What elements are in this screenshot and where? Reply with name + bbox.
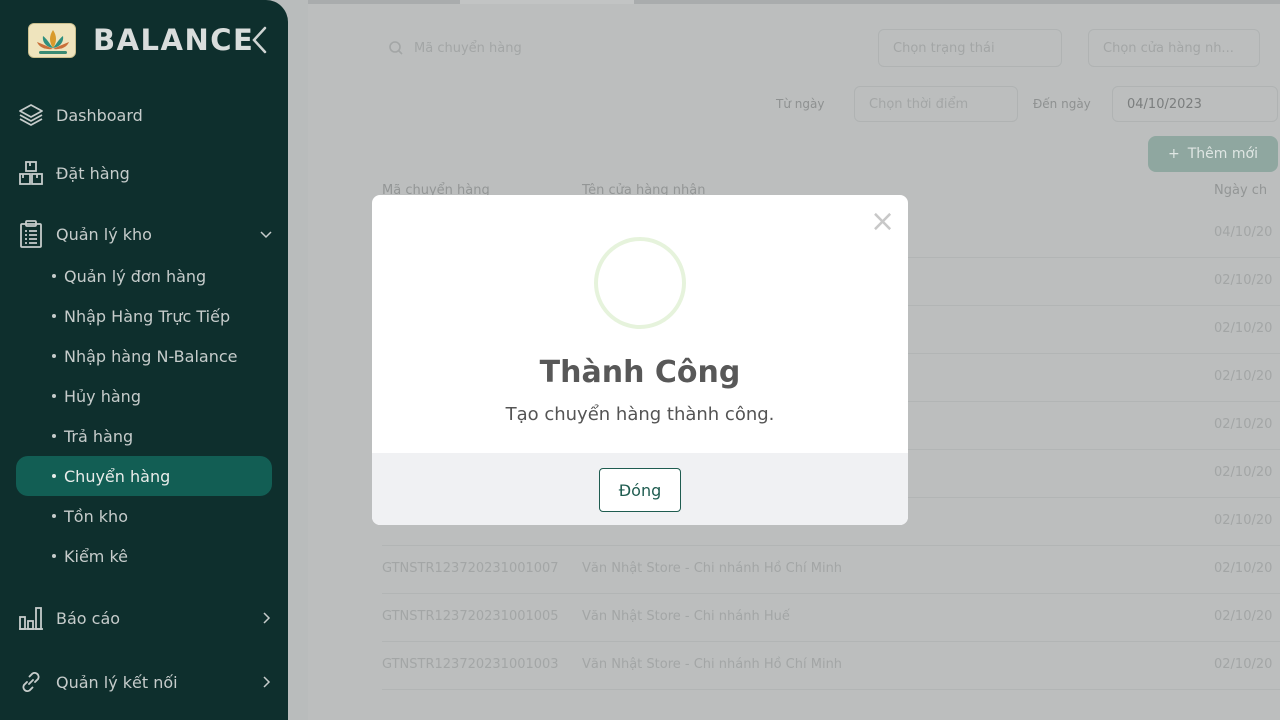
close-icon[interactable]: × [870,207,895,237]
nav-dashboard-label: Dashboard [56,105,143,125]
sidebar-item-return-goods[interactable]: Trả hàng [16,416,272,456]
sidebar: BALANCE Dashboard Đặt hàng Quản lý kho Q… [0,0,288,720]
sidebar-item-transfer[interactable]: Chuyển hàng [16,456,272,496]
nav-connection-label: Quản lý kết nối [56,672,178,692]
row-date: 02/10/20 [1214,273,1273,288]
sidebar-item-label: Hủy hàng [64,386,141,406]
sidebar-item-stock-check[interactable]: Kiểm kê [16,536,272,576]
row-date: 02/10/20 [1214,369,1273,384]
from-date-label: Từ ngày [776,97,825,111]
to-date-input[interactable]: 04/10/2023 [1112,86,1278,122]
brand: BALANCE [28,22,254,58]
table-row[interactable]: GTNSTR123720231001003 Văn Nhật Store - Ch… [382,642,1280,690]
success-icon [594,237,686,329]
sidebar-item-cancel-goods[interactable]: Hủy hàng [16,376,272,416]
store-placeholder: Chọn cửa hàng nh... [1103,40,1234,56]
tab-indicator [460,0,634,4]
row-store: Văn Nhật Store - Chi nhánh Hồ Chí Minh [582,657,843,672]
dialog-message: Tạo chuyển hàng thành công. [505,404,775,425]
status-placeholder: Chọn trạng thái [893,40,995,56]
row-store: Văn Nhật Store - Chi nhánh Huế [582,609,790,624]
row-date: 02/10/20 [1214,321,1273,336]
sidebar-item-inventory[interactable]: Tồn kho [16,496,272,536]
layers-icon [16,100,46,130]
row-date: 02/10/20 [1214,657,1273,672]
row-date: 02/10/20 [1214,465,1273,480]
table-row[interactable]: GTNSTR123720231001007 Văn Nhật Store - Ch… [382,546,1280,594]
store-select[interactable]: Chọn cửa hàng nh... [1088,29,1260,67]
bullet [52,314,56,318]
sidebar-item-label: Tồn kho [64,506,128,526]
add-new-label: Thêm mới [1187,146,1258,162]
dialog-footer: Đóng [372,453,908,525]
to-date-label: Đến ngày [1033,97,1091,111]
row-code: GTNSTR123720231001007 [382,561,559,576]
bullet [52,474,56,478]
search-input[interactable]: Mã chuyển hàng [374,29,874,67]
success-dialog: × Thành Công Tạo chuyển hàng thành công.… [372,195,908,525]
sidebar-item-label: Nhập hàng N-Balance [64,346,238,366]
status-select[interactable]: Chọn trạng thái [878,29,1062,67]
bullet [52,354,56,358]
bullet [52,394,56,398]
bullet [52,434,56,438]
row-store: Văn Nhật Store - Chi nhánh Hồ Chí Minh [582,561,843,576]
chevron-right-icon [258,674,274,690]
nav-report[interactable]: Báo cáo [16,598,274,638]
from-date-input[interactable]: Chọn thời điểm [854,86,1018,122]
sidebar-item-label: Trả hàng [64,426,134,446]
nav-order-label: Đặt hàng [56,163,130,183]
boxes-icon [16,158,46,188]
sidebar-item-label: Kiểm kê [64,546,128,566]
search-icon [389,41,403,55]
dialog-title: Thành Công [539,355,741,390]
add-new-button[interactable]: + Thêm mới [1148,136,1278,172]
row-date: 04/10/20 [1214,225,1273,240]
table-row[interactable]: GTNSTR123720231001005 Văn Nhật Store - Ch… [382,594,1280,642]
bullet [52,554,56,558]
nav-connection[interactable]: Quản lý kết nối [16,662,274,702]
close-dialog-button[interactable]: Đóng [599,468,681,512]
chevron-right-icon [258,610,274,626]
brand-name: BALANCE [93,23,255,57]
to-date-value: 04/10/2023 [1127,96,1202,112]
row-date: 02/10/20 [1214,513,1273,528]
nav-warehouse-label: Quản lý kho [56,224,152,244]
row-date: 02/10/20 [1214,561,1273,576]
chevron-down-icon [258,226,274,242]
row-date: 02/10/20 [1214,417,1273,432]
nav-warehouse[interactable]: Quản lý kho [16,214,274,254]
sidebar-item-order-management[interactable]: Quản lý đơn hàng [16,256,272,296]
nav-report-label: Báo cáo [56,608,121,628]
bullet [52,514,56,518]
tab-indicator-bar [308,0,1280,4]
plus-icon: + [1168,146,1180,162]
from-date-placeholder: Chọn thời điểm [869,96,969,112]
sidebar-item-direct-import[interactable]: Nhập Hàng Trực Tiếp [16,296,272,336]
sidebar-item-nbalance-import[interactable]: Nhập hàng N-Balance [16,336,272,376]
sidebar-item-label: Quản lý đơn hàng [64,266,207,286]
bullet [52,274,56,278]
sidebar-item-label: Nhập Hàng Trực Tiếp [64,306,231,326]
bar-chart-icon [16,603,46,633]
clipboard-icon [16,219,46,249]
search-placeholder: Mã chuyển hàng [414,40,522,56]
row-date: 02/10/20 [1214,609,1273,624]
link-icon [16,667,46,697]
row-code: GTNSTR123720231001005 [382,609,559,624]
nav-order[interactable]: Đặt hàng [16,153,274,193]
nav-dashboard[interactable]: Dashboard [16,95,274,135]
column-header-date: Ngày ch [1214,183,1268,198]
collapse-sidebar-button[interactable] [250,26,270,54]
sidebar-item-label: Chuyển hàng [64,466,171,486]
lotus-logo-icon [28,22,76,58]
row-code: GTNSTR123720231001003 [382,657,559,672]
